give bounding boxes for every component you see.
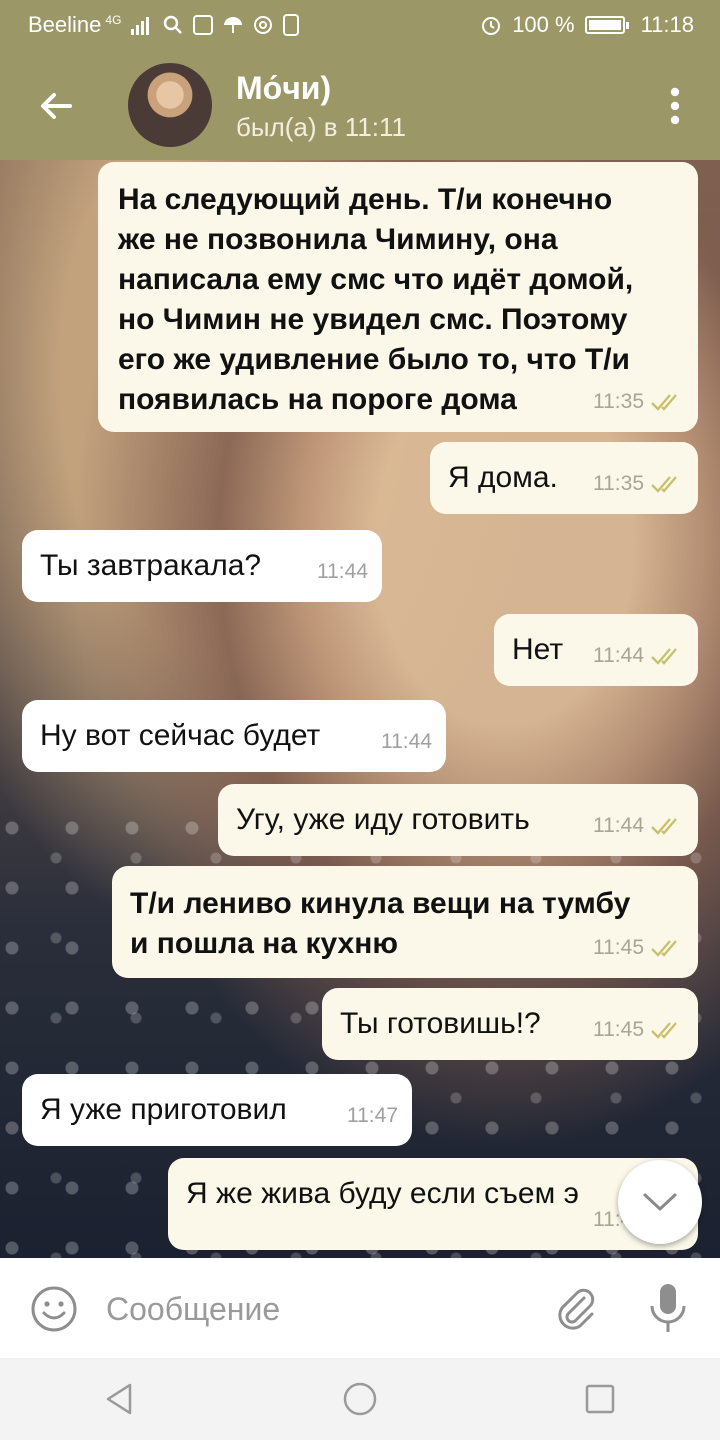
search-icon — [164, 15, 183, 34]
nav-recents-button[interactable] — [580, 1379, 620, 1419]
message-input[interactable] — [104, 1284, 528, 1334]
nav-back-button[interactable] — [100, 1379, 140, 1419]
message-time: 11:44 — [593, 644, 644, 667]
message-bubble[interactable]: На следующий день. Т/и конечно же не поз… — [98, 162, 698, 432]
avatar[interactable] — [128, 63, 212, 147]
home-circle-icon — [343, 1382, 377, 1416]
message-bubble[interactable]: Т/и лениво кинула вещи на тумбу и пошла … — [112, 866, 698, 978]
chevron-down-icon — [643, 1193, 677, 1212]
message-time: 11:45 — [593, 936, 644, 959]
battery-percent: 100 % — [512, 12, 575, 37]
message-meta: 11:45 — [593, 1010, 684, 1050]
double-check-icon — [651, 940, 677, 957]
system-nav-bar — [0, 1358, 720, 1440]
message-time: 11:35 — [593, 390, 644, 413]
message-bubble[interactable]: Ну вот сейчас будет 11:44 — [22, 700, 446, 772]
more-vert-icon[interactable] — [670, 86, 680, 126]
signal-icon — [131, 17, 150, 35]
smile-icon[interactable] — [30, 1285, 78, 1333]
message-bubble[interactable]: Я уже приготовил 11:47 — [22, 1074, 412, 1146]
carrier-name: Beeline — [28, 12, 102, 37]
status-right: 100 % 11:18 — [480, 0, 694, 50]
message-meta: 11:35 — [593, 464, 684, 504]
message-meta: 11:44 — [317, 552, 368, 592]
message-text: Ну вот сейчас будет — [40, 719, 321, 752]
message-time: 11:35 — [593, 472, 644, 495]
status-bar: Beeline 4G 100 % 11:18 — [0, 0, 720, 50]
message-meta: 11:44 — [593, 636, 684, 676]
message-bubble[interactable]: Я дома. 11:35 — [430, 442, 698, 514]
composer — [0, 1258, 720, 1358]
scroll-down-button[interactable] — [618, 1160, 702, 1244]
message-bubble[interactable]: Ты завтракала? 11:44 — [22, 530, 382, 602]
clock: 11:18 — [640, 12, 694, 37]
upload-icon — [283, 14, 300, 36]
double-check-icon — [651, 818, 677, 835]
message-meta: 11:47 — [347, 1096, 398, 1136]
umbrella-icon — [224, 17, 243, 33]
double-check-icon — [651, 1022, 677, 1039]
status-left: Beeline 4G — [28, 0, 300, 50]
recents-square-icon — [585, 1384, 615, 1414]
back-triangle-icon — [106, 1383, 132, 1415]
message-bubble[interactable]: Нет 11:44 — [494, 614, 698, 686]
message-meta: 11:45 — [593, 928, 684, 968]
image-icon — [193, 15, 214, 35]
nav-home-button[interactable] — [340, 1379, 380, 1419]
message-time: 11:45 — [593, 1018, 644, 1041]
message-text: Ты завтракала? — [40, 549, 262, 582]
back-arrow-icon[interactable] — [36, 86, 76, 126]
chat-title[interactable]: Мо́чи) — [236, 70, 331, 107]
paperclip-icon[interactable] — [552, 1284, 600, 1332]
message-time: 11:47 — [347, 1104, 398, 1127]
double-check-icon — [651, 476, 677, 493]
alarm-icon — [482, 17, 501, 35]
double-check-icon — [651, 394, 677, 411]
message-bubble[interactable]: Угу, уже иду готовить 11:44 — [218, 784, 698, 856]
message-meta: 11:35 — [593, 382, 684, 422]
last-seen: был(а) в 11:11 — [236, 112, 406, 142]
double-check-icon — [651, 648, 677, 665]
at-icon — [254, 16, 273, 34]
message-meta: 11:44 — [593, 806, 684, 846]
chat-area[interactable]: На следующий день. Т/и конечно же не поз… — [0, 160, 720, 1258]
message-text: Я уже приготовил — [40, 1093, 287, 1126]
battery-icon — [584, 16, 629, 34]
network-type: 4G — [105, 13, 122, 27]
message-time: 11:44 — [317, 560, 368, 583]
chat-header: Мо́чи) был(а) в 11:11 — [0, 50, 720, 160]
message-meta: 11:44 — [381, 722, 432, 762]
message-time: 11:44 — [593, 814, 644, 837]
message-bubble[interactable]: Ты готовишь!? 11:45 — [322, 988, 698, 1060]
message-time: 11:44 — [381, 730, 432, 753]
microphone-icon[interactable] — [646, 1282, 690, 1334]
